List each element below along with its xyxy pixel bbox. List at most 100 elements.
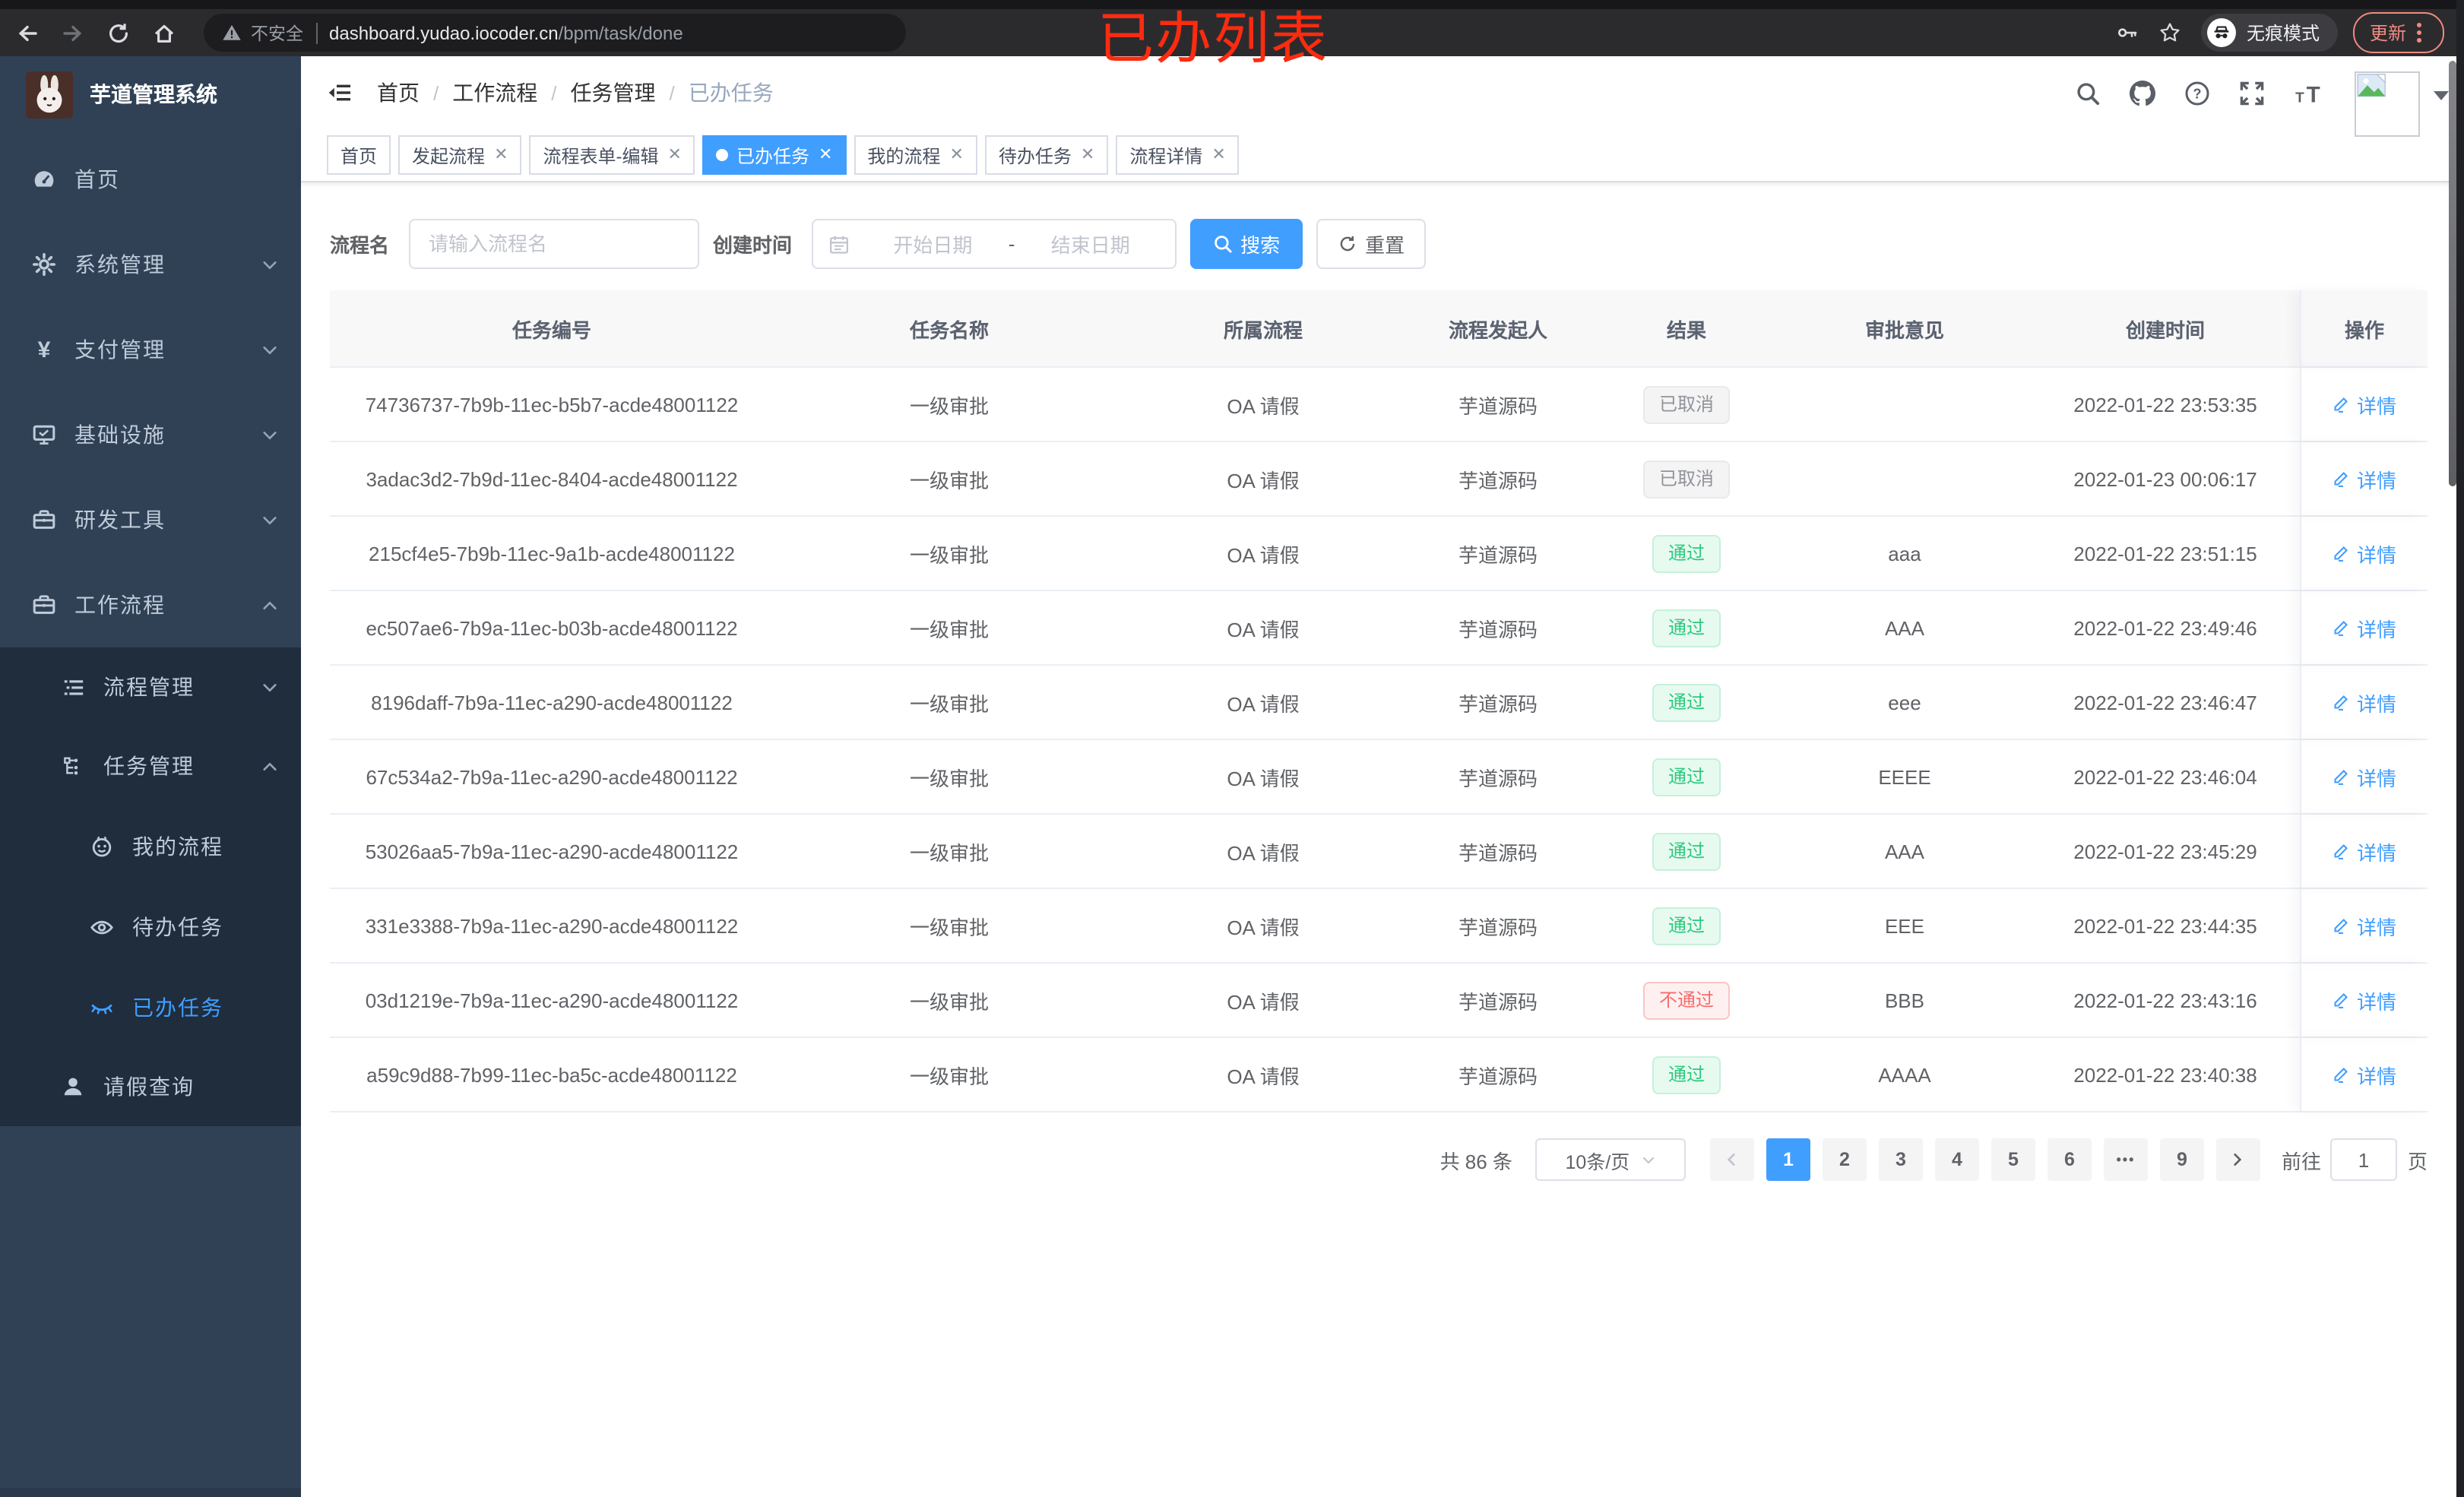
sidebar-item-system[interactable]: 系统管理 bbox=[0, 222, 301, 307]
pager-page-6[interactable]: 6 bbox=[2047, 1138, 2092, 1181]
pager-page-3[interactable]: 3 bbox=[1878, 1138, 1923, 1181]
end-date-placeholder[interactable]: 结束日期 bbox=[1021, 229, 1160, 258]
github-icon[interactable] bbox=[2130, 80, 2155, 106]
sidebar-item-workflow[interactable]: 工作流程 bbox=[0, 562, 301, 647]
detail-link[interactable]: 详情 bbox=[2333, 539, 2396, 568]
table-row: 03d1219e-7b9a-11ec-a290-acde48001122 一级审… bbox=[330, 964, 2428, 1038]
dashboard-icon bbox=[29, 167, 59, 191]
cell-task-name: 一级审批 bbox=[909, 990, 989, 1013]
cell-comment: AAA bbox=[1884, 840, 1924, 862]
search-icon[interactable] bbox=[2075, 80, 2101, 106]
fullscreen-icon[interactable] bbox=[2239, 80, 2265, 106]
tab-close-icon[interactable]: ✕ bbox=[819, 146, 832, 163]
back-icon[interactable] bbox=[15, 21, 40, 45]
sidebar-item-process-mgmt[interactable]: 流程管理 bbox=[0, 647, 301, 726]
cell-created: 2022-01-22 23:40:38 bbox=[2073, 1063, 2257, 1086]
pagination: 共 86 条 10条/页 123456 ••• 9 前往 页 bbox=[330, 1138, 2428, 1181]
pagination-goto-label: 前往 bbox=[2281, 1150, 2321, 1173]
detail-link[interactable]: 详情 bbox=[2333, 1060, 2396, 1089]
page-size-select[interactable]: 10条/页 bbox=[1534, 1138, 1686, 1181]
process-name-input[interactable] bbox=[409, 219, 700, 269]
chevron-up-icon bbox=[263, 600, 277, 609]
sidebar-item-done-tasks[interactable]: 已办任务 bbox=[0, 967, 301, 1047]
main-content: 流程名 创建时间 开始日期 - 结束日期 搜索 重置 任务编号 任务名称 bbox=[301, 184, 2464, 1497]
avatar[interactable] bbox=[2355, 71, 2420, 136]
reset-button[interactable]: 重置 bbox=[1316, 219, 1427, 269]
address-bar[interactable]: 不安全 dashboard.yudao.iocoder.cn/bpm/task/… bbox=[204, 14, 906, 52]
detail-link[interactable]: 详情 bbox=[2333, 390, 2396, 419]
list-icon bbox=[58, 675, 88, 699]
url-path: /bpm/task/done bbox=[558, 22, 683, 43]
sidebar-item-task-mgmt[interactable]: 任务管理 bbox=[0, 726, 301, 805]
breadcrumb-workflow[interactable]: 工作流程 bbox=[452, 78, 537, 108]
edit-pencil-icon bbox=[2335, 397, 2348, 413]
pager-page-2[interactable]: 2 bbox=[1822, 1138, 1867, 1181]
tags-view-tab[interactable]: 流程表单-编辑 ✕ bbox=[529, 135, 695, 175]
detail-link[interactable]: 详情 bbox=[2333, 688, 2396, 717]
detail-link[interactable]: 详情 bbox=[2333, 986, 2396, 1014]
tags-view-tab[interactable]: 已办任务 ✕ bbox=[702, 135, 847, 175]
pager-ellipsis[interactable]: ••• bbox=[2103, 1138, 2148, 1181]
cell-task-id: a59c9d88-7b99-11ec-ba5c-acde48001122 bbox=[366, 1063, 737, 1086]
password-key-icon[interactable] bbox=[2116, 21, 2139, 44]
start-date-placeholder[interactable]: 开始日期 bbox=[863, 229, 1002, 258]
tab-close-icon[interactable]: ✕ bbox=[668, 146, 682, 163]
detail-link[interactable]: 详情 bbox=[2333, 911, 2396, 940]
col-header-result: 结果 bbox=[1666, 318, 1706, 341]
pager-page-1[interactable]: 1 bbox=[1766, 1138, 1810, 1181]
result-tag: 通过 bbox=[1652, 1055, 1720, 1093]
pager-page-5[interactable]: 5 bbox=[1991, 1138, 2035, 1181]
date-range-picker[interactable]: 开始日期 - 结束日期 bbox=[812, 219, 1177, 269]
tags-view-tab[interactable]: 发起流程 ✕ bbox=[398, 135, 522, 175]
sidebar-item-devtools[interactable]: 研发工具 bbox=[0, 477, 301, 562]
breadcrumb-task-mgmt[interactable]: 任务管理 bbox=[571, 78, 656, 108]
tab-close-icon[interactable]: ✕ bbox=[494, 146, 508, 163]
toolbox-icon bbox=[29, 593, 59, 617]
pager-pages: 1 2 3 4 5 6 ••• 9 bbox=[1760, 1138, 2210, 1181]
pager-next-button[interactable] bbox=[2215, 1138, 2260, 1181]
breadcrumb-home[interactable]: 首页 bbox=[377, 78, 420, 108]
help-icon[interactable]: ? bbox=[2184, 80, 2210, 106]
cell-task-name: 一级审批 bbox=[909, 618, 989, 641]
pager-page-4[interactable]: 4 bbox=[1934, 1138, 1979, 1181]
pager-prev-button[interactable] bbox=[1709, 1138, 1754, 1181]
update-button[interactable]: 更新 bbox=[2352, 12, 2444, 53]
sidebar-fold-icon[interactable] bbox=[327, 81, 353, 105]
avatar-caret-icon[interactable] bbox=[2434, 91, 2449, 100]
tab-close-icon[interactable]: ✕ bbox=[1211, 146, 1225, 163]
sidebar-item-pay[interactable]: ¥ 支付管理 bbox=[0, 307, 301, 392]
tab-close-icon[interactable]: ✕ bbox=[1081, 146, 1094, 163]
pager-page-9[interactable]: 9 bbox=[2159, 1138, 2204, 1181]
detail-link[interactable]: 详情 bbox=[2333, 613, 2396, 642]
tab-close-icon[interactable]: ✕ bbox=[949, 146, 963, 163]
sidebar-item-my-process[interactable]: 我的流程 bbox=[0, 805, 301, 886]
tags-view-tab[interactable]: 待办任务 ✕ bbox=[984, 135, 1109, 175]
detail-link[interactable]: 详情 bbox=[2333, 762, 2396, 791]
font-size-icon[interactable]: TT bbox=[2294, 80, 2326, 106]
forward-icon[interactable] bbox=[61, 21, 85, 45]
app-logo-row[interactable]: 芋道管理系统 bbox=[0, 56, 301, 132]
reload-icon[interactable] bbox=[106, 21, 131, 45]
chevron-down-icon bbox=[263, 346, 277, 354]
bookmark-star-icon[interactable] bbox=[2158, 21, 2181, 44]
sidebar-item-todo-tasks[interactable]: 待办任务 bbox=[0, 886, 301, 967]
pagination-goto-input[interactable] bbox=[2329, 1138, 2397, 1181]
range-separator: - bbox=[1008, 233, 1015, 255]
sidebar-item-home[interactable]: 首页 bbox=[0, 137, 301, 222]
browser-menu-icon[interactable] bbox=[2417, 23, 2421, 43]
tags-view-tab[interactable]: 首页 bbox=[327, 135, 391, 175]
calendar-icon bbox=[830, 235, 849, 253]
edit-pencil-icon bbox=[2335, 621, 2348, 636]
tags-view-tab[interactable]: 我的流程 ✕ bbox=[854, 135, 977, 175]
sidebar-item-leave-query[interactable]: 请假查询 bbox=[0, 1047, 301, 1126]
cell-actions: 详情 bbox=[2300, 740, 2428, 813]
table-body: 74736737-7b9b-11ec-b5b7-acde48001122 一级审… bbox=[330, 368, 2428, 1112]
detail-link[interactable]: 详情 bbox=[2333, 464, 2396, 493]
home-icon[interactable] bbox=[152, 21, 176, 45]
sidebar-item-infra[interactable]: 基础设施 bbox=[0, 392, 301, 477]
detail-link[interactable]: 详情 bbox=[2333, 837, 2396, 866]
tags-view-tab[interactable]: 流程详情 ✕ bbox=[1116, 135, 1240, 175]
cell-actions: 详情 bbox=[2300, 591, 2428, 664]
search-button[interactable]: 搜索 bbox=[1190, 219, 1303, 269]
page-scrollbar[interactable] bbox=[2449, 61, 2456, 486]
